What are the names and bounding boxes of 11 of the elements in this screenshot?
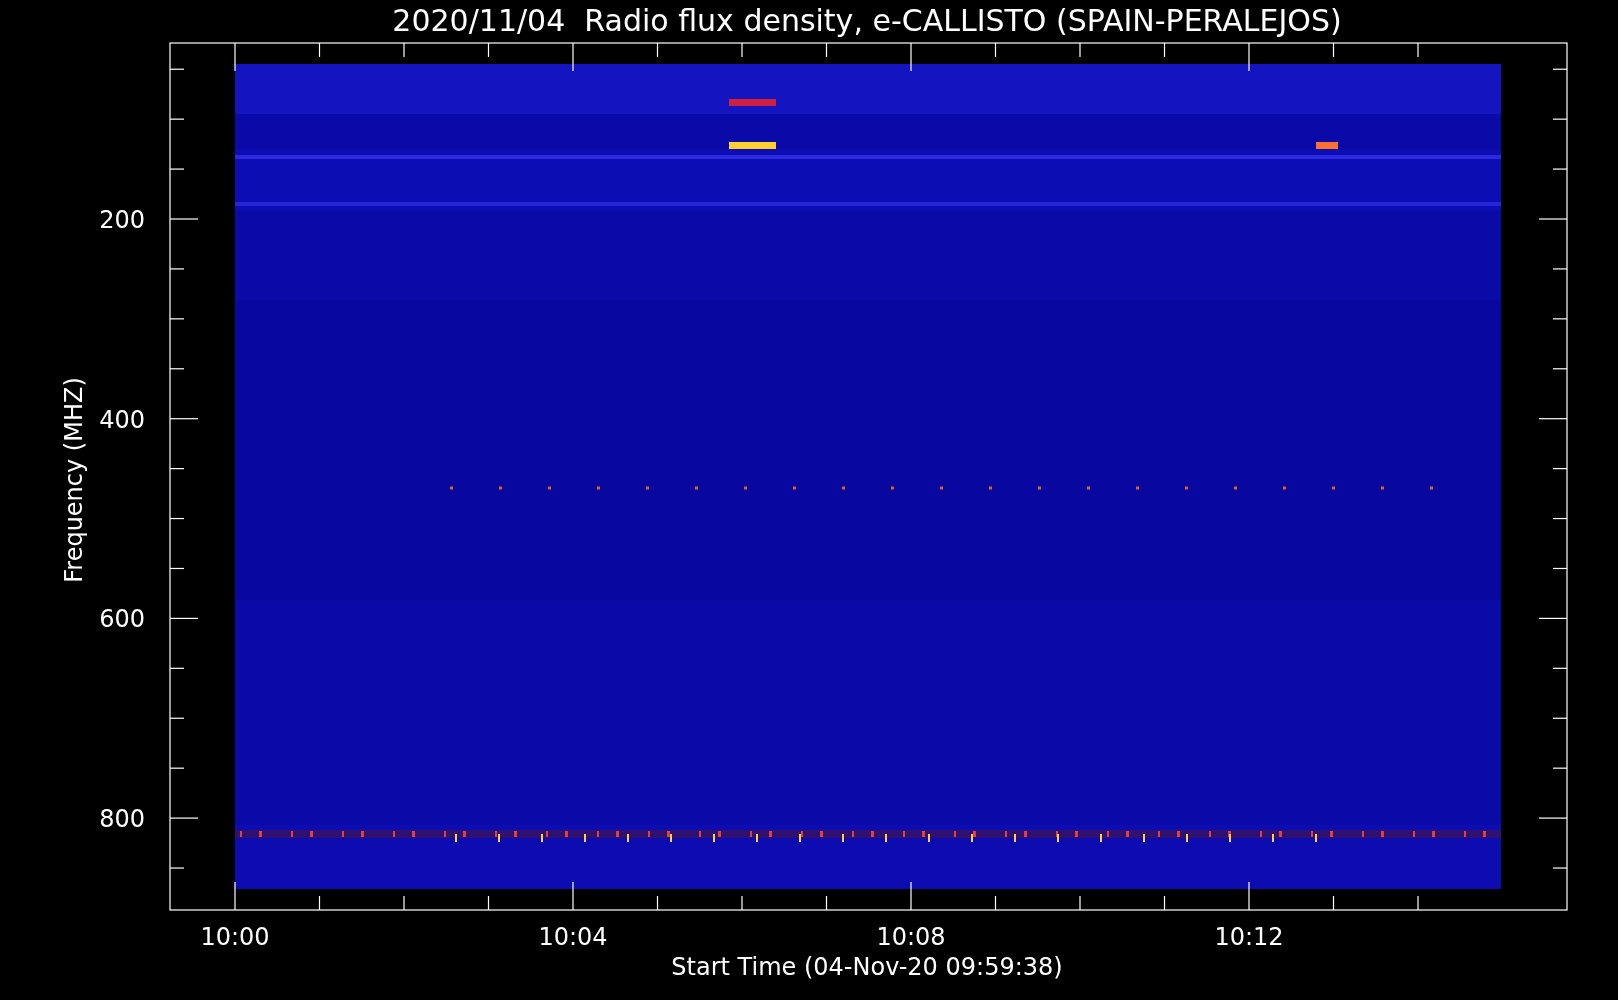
axis-tick-label: 10:04 (538, 923, 608, 951)
axis-tick-label: 10:12 (1214, 923, 1284, 951)
axis-tick-label: 800 (99, 805, 145, 834)
axis-tick-label: 10:08 (876, 923, 946, 951)
axis-tick-label: 200 (99, 206, 145, 234)
axis-label: Start Time (04-Nov-20 09:59:38) (671, 953, 1063, 981)
axis-tick-label: 10:00 (200, 923, 270, 951)
chart-title: 2020/11/04 Radio flux density, e-CALLISTO (SPAIN-PERALEJOS) (392, 3, 1342, 38)
axis-label: Frequency (MHZ) (60, 377, 88, 583)
axis-tick-label: 600 (99, 605, 145, 634)
axis-tick-label: 400 (99, 405, 145, 434)
